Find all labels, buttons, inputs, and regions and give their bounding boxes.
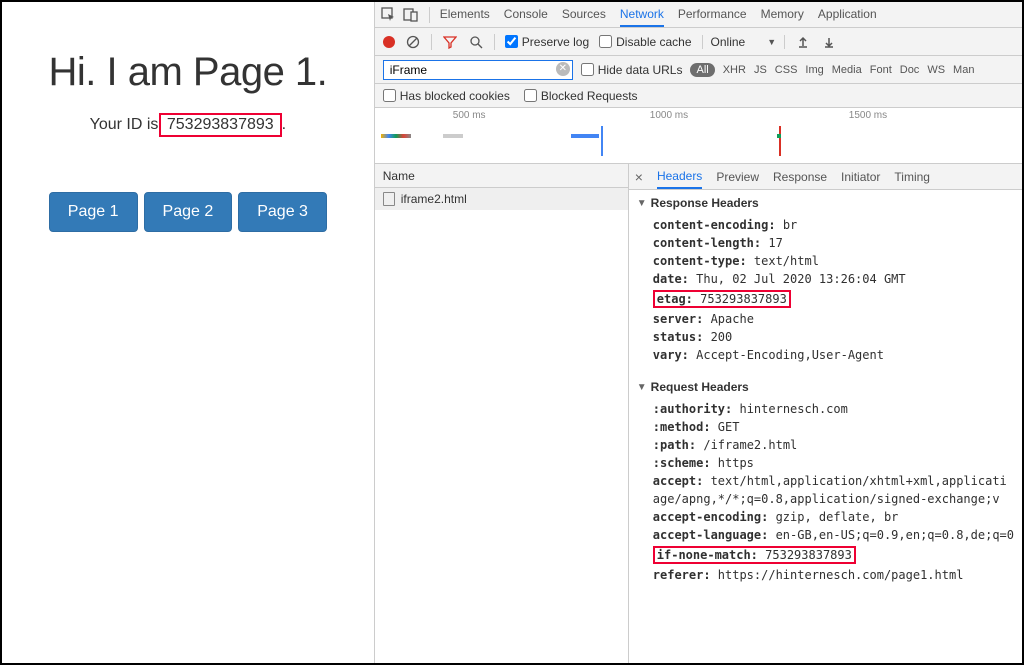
blocked-requests-checkbox[interactable]: Blocked Requests	[524, 89, 638, 103]
hide-data-urls-checkbox[interactable]: Hide data URLs	[581, 63, 683, 77]
request-row[interactable]: iframe2.html	[375, 188, 628, 210]
header-line: :path: /iframe2.html	[629, 436, 1022, 454]
filter-type-doc[interactable]: Doc	[900, 64, 920, 76]
id-label: Your ID is	[90, 116, 163, 133]
id-line: Your ID is 753293837893.	[2, 113, 374, 137]
request-detail: × Headers Preview Response Initiator Tim…	[629, 164, 1022, 663]
header-line: referer: https://hinternesch.com/page1.h…	[629, 566, 1022, 584]
header-line: content-encoding: br	[629, 216, 1022, 234]
tab-application[interactable]: Application	[818, 3, 877, 27]
filter-type-css[interactable]: CSS	[775, 64, 798, 76]
disable-cache-checkbox[interactable]: Disable cache	[599, 35, 691, 49]
filter-row: ✕ Hide data URLs All XHR JS CSS Img Medi…	[375, 56, 1022, 84]
page3-button[interactable]: Page 3	[238, 192, 327, 232]
has-blocked-cookies-checkbox[interactable]: Has blocked cookies	[383, 89, 510, 103]
triangle-down-icon: ▼	[637, 382, 647, 393]
detail-tabs: × Headers Preview Response Initiator Tim…	[629, 164, 1022, 190]
tab-elements[interactable]: Elements	[440, 3, 490, 27]
request-name: iframe2.html	[401, 192, 467, 206]
header-line: server: Apache	[629, 310, 1022, 328]
network-toolbar: Preserve log Disable cache Online ▼	[375, 28, 1022, 56]
filter-type-ws[interactable]: WS	[927, 64, 945, 76]
filter-type-font[interactable]: Font	[870, 64, 892, 76]
device-toggle-icon[interactable]	[403, 7, 419, 23]
page2-button[interactable]: Page 2	[144, 192, 233, 232]
filter-type-xhr[interactable]: XHR	[723, 64, 746, 76]
file-icon	[383, 192, 395, 206]
preserve-log-checkbox[interactable]: Preserve log	[505, 35, 589, 49]
tab-performance[interactable]: Performance	[678, 3, 747, 27]
upload-icon[interactable]	[795, 34, 811, 50]
page1-button[interactable]: Page 1	[49, 192, 138, 232]
header-line: etag: 753293837893	[629, 288, 1022, 310]
close-detail-icon[interactable]: ×	[635, 169, 643, 185]
filter-type-img[interactable]: Img	[805, 64, 823, 76]
network-body: Name iframe2.html × Headers Preview Resp…	[375, 164, 1022, 663]
filter-type-man[interactable]: Man	[953, 64, 974, 76]
header-line: :method: GET	[629, 418, 1022, 436]
clear-icon[interactable]	[405, 34, 421, 50]
network-timeline[interactable]: 500 ms 1000 ms 1500 ms	[375, 108, 1022, 164]
header-line: vary: Accept-Encoding,User-Agent	[629, 346, 1022, 364]
inspect-icon[interactable]	[381, 7, 397, 23]
detail-tab-response[interactable]: Response	[773, 166, 827, 188]
throttling-select[interactable]: Online ▼	[702, 35, 786, 49]
tab-memory[interactable]: Memory	[761, 3, 804, 27]
clear-filter-icon[interactable]: ✕	[556, 62, 570, 76]
tab-network[interactable]: Network	[620, 3, 664, 27]
header-line: content-length: 17	[629, 234, 1022, 252]
header-line: :scheme: https	[629, 454, 1022, 472]
filter-icon[interactable]	[442, 34, 458, 50]
triangle-down-icon: ▼	[637, 198, 647, 209]
list-column-name[interactable]: Name	[375, 164, 628, 188]
header-line: age/apng,*/*;q=0.8,application/signed-ex…	[629, 490, 1022, 508]
devtools-top: Elements Console Sources Network Perform…	[375, 2, 1022, 28]
detail-tab-initiator[interactable]: Initiator	[841, 166, 880, 188]
devtools-tabs: Elements Console Sources Network Perform…	[440, 3, 877, 27]
header-line: content-type: text/html	[629, 252, 1022, 270]
header-line: accept-encoding: gzip, deflate, br	[629, 508, 1022, 526]
filter-type-media[interactable]: Media	[832, 64, 862, 76]
filter-type-js[interactable]: JS	[754, 64, 767, 76]
header-line: accept-language: en-GB,en-US;q=0.9,en;q=…	[629, 526, 1022, 544]
id-value-highlight: 753293837893	[159, 113, 282, 137]
page-heading: Hi. I am Page 1.	[2, 50, 374, 95]
response-headers-section[interactable]: ▼ Response Headers	[629, 190, 1022, 216]
header-line: status: 200	[629, 328, 1022, 346]
filter-row-2: Has blocked cookies Blocked Requests	[375, 84, 1022, 108]
tab-sources[interactable]: Sources	[562, 3, 606, 27]
header-line: date: Thu, 02 Jul 2020 13:26:04 GMT	[629, 270, 1022, 288]
devtools-pane: Elements Console Sources Network Perform…	[375, 2, 1022, 663]
page-buttons: Page 1 Page 2 Page 3	[2, 192, 374, 232]
tab-console[interactable]: Console	[504, 3, 548, 27]
detail-tab-headers[interactable]: Headers	[657, 165, 702, 189]
search-icon[interactable]	[468, 34, 484, 50]
header-line: accept: text/html,application/xhtml+xml,…	[629, 472, 1022, 490]
detail-tab-timing[interactable]: Timing	[894, 166, 930, 188]
header-line: :authority: hinternesch.com	[629, 400, 1022, 418]
detail-tab-preview[interactable]: Preview	[716, 166, 759, 188]
request-list: Name iframe2.html	[375, 164, 629, 663]
download-icon[interactable]	[821, 34, 837, 50]
header-line: if-none-match: 753293837893	[629, 544, 1022, 566]
request-headers-section[interactable]: ▼ Request Headers	[629, 374, 1022, 400]
filter-input[interactable]	[383, 60, 573, 80]
filter-type-all[interactable]: All	[690, 63, 714, 77]
record-button[interactable]	[383, 36, 395, 48]
chevron-down-icon: ▼	[767, 37, 776, 47]
webpage-pane: Hi. I am Page 1. Your ID is 753293837893…	[2, 2, 375, 663]
